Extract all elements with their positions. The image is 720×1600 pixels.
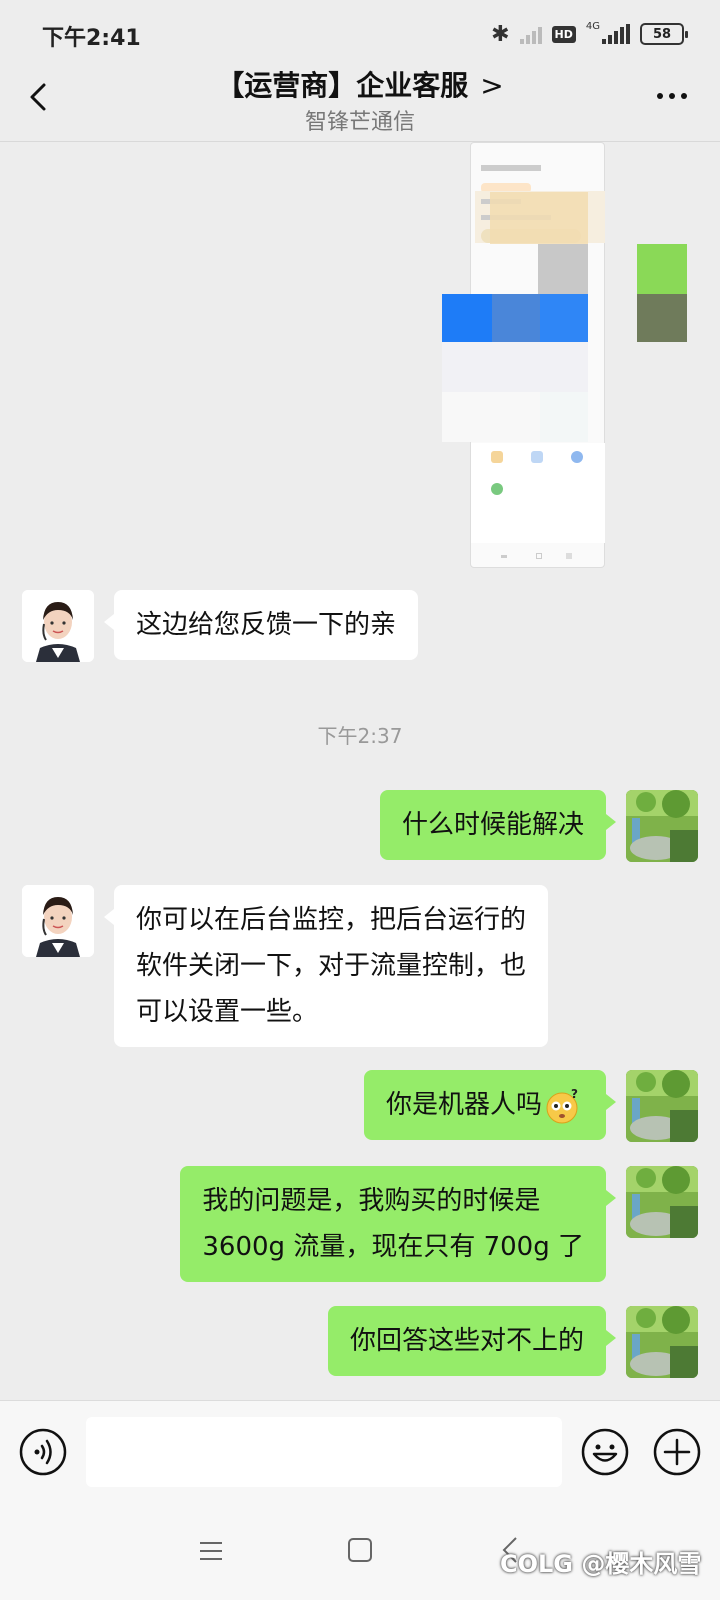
signal-icon-sim2	[602, 24, 630, 44]
user-avatar-image	[626, 1166, 698, 1238]
agent-avatar[interactable]	[22, 885, 94, 957]
message-agent[interactable]: 你可以在后台监控，把后台运行的 软件关闭一下，对于流量控制，也 可以设置一些。	[103, 885, 549, 1047]
signal-icon-sim1	[519, 24, 542, 44]
chat-title-text: 【运营商】企业客服	[216, 69, 469, 102]
voice-icon[interactable]	[18, 1427, 68, 1477]
shared-image[interactable]	[442, 142, 700, 570]
message-text-line: 软件关闭一下，对于流量控制，也	[136, 951, 527, 981]
watermark: COLG @樱木风雪	[500, 1550, 702, 1578]
hd-badge: HD	[551, 25, 576, 43]
status-time: 下午2:41	[42, 26, 141, 51]
user-avatar-image	[626, 1306, 698, 1378]
battery-icon: 58	[640, 23, 688, 45]
user-avatar[interactable]	[626, 1306, 698, 1378]
message-text-line: 我的问题是，我购买的时候是	[202, 1186, 541, 1216]
agent-avatar-image	[22, 885, 94, 957]
message-user[interactable]: 你是机器人吗 ?	[363, 1070, 617, 1140]
chevron-right-icon: >	[480, 69, 504, 102]
more-icon[interactable]	[654, 86, 690, 106]
user-avatar[interactable]	[626, 790, 698, 862]
chat-title[interactable]: 【运营商】企业客服 >	[0, 64, 720, 104]
message-user[interactable]: 你回答这些对不上的	[327, 1306, 617, 1376]
network-type: 4G	[585, 20, 600, 32]
message-text: 你是机器人吗	[385, 1090, 542, 1120]
message-text-line: 可以设置一些。	[136, 997, 319, 1027]
plus-icon[interactable]	[652, 1427, 702, 1477]
chat-header: 【运营商】企业客服 > 智锋芒通信	[0, 64, 720, 142]
message-text: 这边给您反馈一下的亲	[136, 610, 397, 640]
user-avatar-image	[626, 790, 698, 862]
battery-level: 58	[652, 26, 672, 42]
message-user[interactable]: 我的问题是，我购买的时候是 3600g 流量，现在只有 700g 了	[180, 1166, 616, 1282]
status-icons: ✱ HD 4G 58	[491, 20, 688, 48]
message-text: 你回答这些对不上的	[349, 1326, 584, 1356]
message-text: 什么时候能解决	[401, 810, 584, 840]
agent-avatar-image	[22, 590, 94, 662]
emoji-icon[interactable]	[580, 1427, 630, 1477]
message-agent[interactable]: 这边给您反馈一下的亲	[103, 590, 419, 660]
svg-text:?: ?	[571, 1087, 578, 1101]
user-avatar-image	[626, 1070, 698, 1142]
agent-avatar[interactable]	[22, 590, 94, 662]
message-input[interactable]	[86, 1417, 562, 1487]
nav-menu-icon[interactable]	[198, 1540, 224, 1562]
status-bar: 下午2:41 ✱ HD 4G 58	[0, 0, 720, 64]
message-text-line: 3600g 流量，现在只有 700g 了	[202, 1232, 584, 1262]
system-nav-bar: COLG @樱木风雪	[0, 1504, 720, 1600]
chat-subtitle: 智锋芒通信	[304, 110, 415, 135]
nav-home-icon[interactable]	[348, 1538, 372, 1562]
message-text-line: 你可以在后台监控，把后台运行的	[136, 905, 527, 935]
user-avatar[interactable]	[626, 1070, 698, 1142]
input-bar	[0, 1400, 720, 1504]
bluetooth-icon: ✱	[491, 21, 510, 47]
message-timestamp: 下午2:37	[317, 724, 403, 748]
confused-emoji-icon: ?	[546, 1087, 578, 1123]
message-user[interactable]: 什么时候能解决	[379, 790, 617, 860]
user-avatar[interactable]	[626, 1166, 698, 1238]
